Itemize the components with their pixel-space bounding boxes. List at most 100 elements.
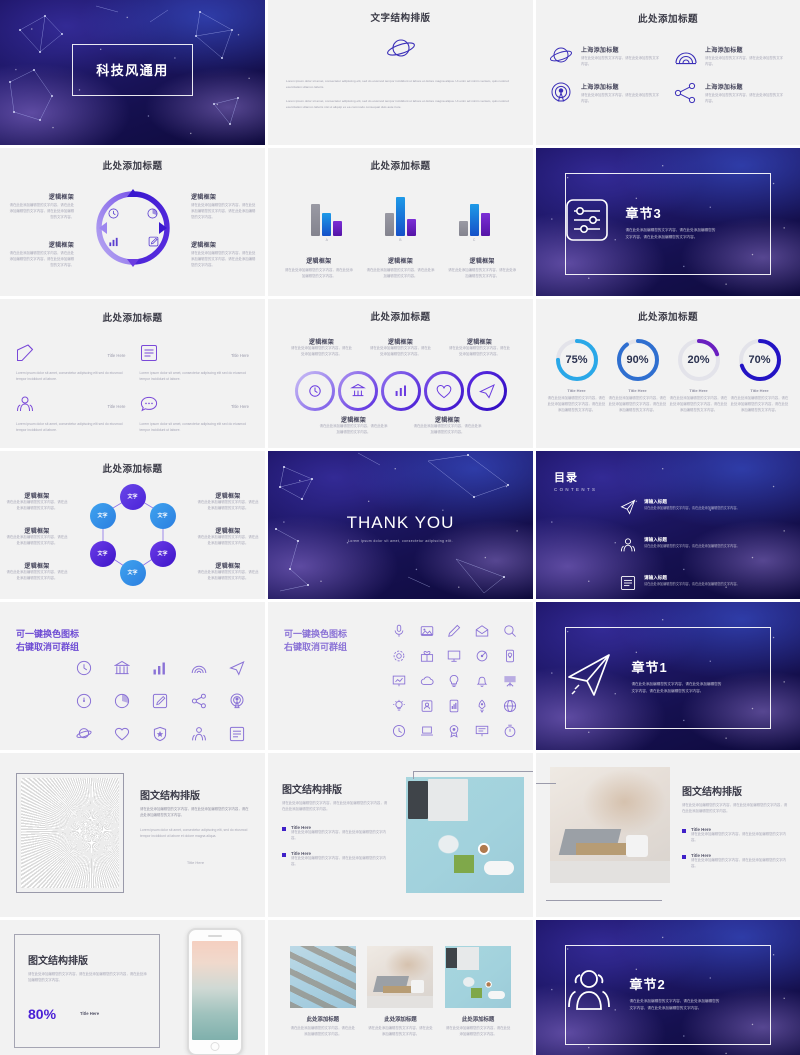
slide-text-layout[interactable]: 文字结构排版 Lorem ipsum dolor sit amet, conse… [268,0,533,145]
rocket-icon[interactable] [475,699,489,718]
bullet-item[interactable]: Title Here 请在此处添加编辑您的文字内容，请在此处添加编辑您的文字内容… [282,825,390,842]
hex-node[interactable]: 文字 [119,559,146,586]
list-doc-icon[interactable] [229,726,245,747]
timer-icon[interactable] [503,724,517,743]
slide-three-photos[interactable]: 此处添加标题 请在此处添加编辑您的文字内容，请在此处添加编辑您的文字内容。 此处… [268,920,533,1055]
gear-icon[interactable] [392,649,406,668]
slide-quad-icons[interactable]: 此处添加标题 Title Here Lorem ipsum dolor sit … [0,299,265,448]
circle-caption-top[interactable]: 逻辑框架 请在此处添加编辑您的文字内容，请在此处添加编辑您的文字内容。 [448,337,512,358]
feature-item[interactable]: 上海添加标题 请在此处添加您的文字内容，请在此处添加您的文字内容。 [550,82,662,109]
edit-pen-icon[interactable] [152,693,168,714]
shield-star-icon[interactable] [152,726,168,747]
gallery-item[interactable]: 此处添加标题 请在此处添加编辑您的文字内容，请在此处添加编辑您的文字内容。 [445,946,512,1038]
slide-chapter-2[interactable]: 章节2 请在此处添加编辑您的文字内容，请在此处添加编辑您的文字内容，请在此处添加… [536,920,800,1055]
bar-chart-icon[interactable] [152,660,168,681]
laptop-icon[interactable] [420,724,434,743]
clock-simple-icon[interactable] [76,693,92,714]
quad-item[interactable]: Title Here Lorem ipsum dolor sit amet, c… [16,395,126,434]
image-icon[interactable] [420,624,434,643]
slide-chapter-3[interactable]: 章节3 请在此处添加编辑您的文字内容，请在此处添加编辑您的文字内容，请在此处添加… [536,148,800,296]
slide-thank-you[interactable]: THANK YOU Lorem ipsum dolor sit amet, co… [268,451,533,599]
stopwatch-icon[interactable] [392,724,406,743]
gallery-item[interactable]: 此处添加标题 请在此处添加编辑您的文字内容，请在此处添加编辑您的文字内容。 [367,946,434,1038]
projector-screen-icon[interactable] [475,724,489,743]
gift-box-icon[interactable] [420,649,434,668]
clock-icon[interactable] [76,660,92,681]
donut-item[interactable]: 70% Title Here 请在此处添加编辑您的文字内容，请在此处添加编辑您的… [731,337,789,414]
bell-icon[interactable] [475,674,489,693]
slide-img-text-desk[interactable]: 图文结构排版 请在此处添加编辑您的文字内容，请在此处添加编辑您的文字内容，请在此… [268,753,533,917]
board-chart-icon[interactable] [392,674,406,693]
chart-caption[interactable]: 逻辑框架 请在此处添加编辑您的文字内容，请在此处添加编辑您的文字内容。 [285,256,353,280]
quad-item[interactable]: Title Here Lorem ipsum dolor sit amet, c… [140,395,249,434]
toc-item[interactable]: 请输入标题 请在此处添加编辑您的文字内容，请在此处添加编辑您的文字内容。 [620,499,786,520]
cycle-item[interactable]: 逻辑框架 请在此处添加编辑您的文字内容，请在此处添加编辑您的文字内容，请在此处添… [191,240,257,269]
hex-side-item[interactable]: 逻辑框架 请在此处添加编辑您的文字内容，请在此处添加编辑您的文字内容。 [197,561,259,582]
feature-item[interactable]: 上海添加标题 请在此处添加您的文字内容，请在此处添加您的文字内容。 [674,45,786,72]
award-badge-icon[interactable] [447,724,461,743]
share-network-icon[interactable] [191,693,207,714]
slide-cycle-diagram[interactable]: 此处添加标题 逻辑框架 请在此处添加编辑您的文字内容，请在此处添加编辑您的文字内… [0,148,265,296]
slide-hex-nodes[interactable]: 此处添加标题 文字 文字 文字 文字 文字 文字 逻辑框架 请在此处添加编辑您的… [0,451,265,599]
circle-caption-bottom[interactable]: 逻辑框架 请在此处添加编辑您的文字内容，请在此处添加编辑您的文字内容。 [414,415,482,436]
donut-item[interactable]: 20% Title Here 请在此处添加编辑您的文字内容，请在此处添加编辑您的… [670,337,728,414]
hex-node[interactable]: 文字 [149,502,176,529]
planet-icon[interactable] [76,726,92,747]
search-icon[interactable] [503,624,517,643]
slide-bar-chart[interactable]: 此处添加标题 A B C 逻辑框架 请在此处添加编辑您的文字内容，请在此处添加编… [268,148,533,296]
cloud-icon[interactable] [420,674,434,693]
easel-icon[interactable] [503,674,517,693]
hex-node[interactable]: 文字 [149,540,176,567]
hex-node[interactable]: 文字 [119,483,146,510]
radar-target-icon[interactable] [229,693,245,714]
bank-icon[interactable] [113,660,131,681]
slide-four-icons[interactable]: 此处添加标题 上海添加标题 请在此处添加您的文字内容，请在此处添加您的文字内容。 [536,0,800,145]
donut-item[interactable]: 75% Title Here 请在此处添加编辑您的文字内容，请在此处添加编辑您的… [548,337,606,414]
bullet-item[interactable]: Title Here 请在此处添加编辑您的文字内容，请在此处添加编辑您的文字内容… [282,851,390,868]
slide-phone-layout[interactable]: 图文结构排版 请在此处添加编辑您的文字内容，请在此处添加编辑您的文字内容，请在此… [0,920,265,1055]
chart-caption[interactable]: 逻辑框架 请在此处添加编辑您的文字内容，请在此处添加编辑您的文字内容。 [448,256,516,280]
satellite-dish-icon[interactable] [475,649,489,668]
presentation-icon[interactable] [447,649,461,668]
chart-caption[interactable]: 逻辑框架 请在此处添加编辑您的文字内容，请在此处添加编辑您的文字内容。 [366,256,435,280]
toc-item[interactable]: 请输入标题 请在此处添加编辑您的文字内容，请在此处添加编辑您的文字内容。 [620,537,786,558]
slide-donuts[interactable]: 此处添加标题 75% Title Here 请在此处添加编辑您的文字内容，请在此… [536,299,800,448]
rainbow-arcs-icon[interactable] [191,660,207,681]
slide-cover[interactable]: 科技风通用 [0,0,265,145]
gallery-item[interactable]: 此处添加标题 请在此处添加编辑您的文字内容，请在此处添加编辑您的文字内容。 [289,946,356,1038]
circle-caption-bottom[interactable]: 逻辑框架 请在此处添加编辑您的文字内容，请在此处添加编辑您的文字内容。 [320,415,388,436]
cycle-item[interactable]: 逻辑框架 请在此处添加编辑您的文字内容，请在此处添加编辑您的文字内容，请在此处添… [8,240,74,269]
pie-chart-icon[interactable] [114,693,130,714]
hex-side-item[interactable]: 逻辑框架 请在此处添加编辑您的文字内容，请在此处添加编辑您的文字内容。 [197,526,259,547]
pencil-icon[interactable] [447,624,461,643]
phone-home-button[interactable] [210,1042,220,1051]
slide-img-text-abstract[interactable]: 图文结构排版 请在此处添加编辑您的文字内容，请在此处添加编辑您的文字内容，请在此… [0,753,265,917]
hex-node[interactable]: 文字 [89,502,116,529]
bullet-item[interactable]: Title Here 请在此处添加编辑您的文字内容，请在此处添加编辑您的文字内容… [682,853,788,870]
heart-icon[interactable] [114,726,130,747]
bulb-idea-icon[interactable] [392,699,406,718]
slide-icon-library-a[interactable]: 可一键换色图标 右键取消可群组 [0,602,265,750]
hex-node[interactable]: 文字 [89,540,116,567]
slide-circle-row[interactable]: 此处添加标题 逻辑框架 请在此处添加编辑您的文字内容，请在此处添加编辑您的文字内… [268,299,533,448]
slide-icon-library-b[interactable]: 可一键换色图标 右键取消可群组 [268,602,533,750]
quad-item[interactable]: Title Here Lorem ipsum dolor sit amet, c… [16,344,126,383]
feature-item[interactable]: 上海添加标题 请在此处添加您的文字内容，请在此处添加您的文字内容。 [549,45,662,72]
slide-chapter-1[interactable]: 章节1 请在此处添加编辑您的文字内容，请在此处添加编辑您的文字内容，请在此处添加… [536,602,800,750]
globe-icon[interactable] [503,699,517,718]
quad-item[interactable]: Title Here Lorem ipsum dolor sit amet, c… [140,344,249,383]
toc-item[interactable]: 请输入标题 请在此处添加编辑您的文字内容，请在此处添加编辑您的文字内容。 [620,575,786,596]
lightbulb-gear-icon[interactable] [447,674,461,693]
clipboard-person-icon[interactable] [420,699,434,718]
hex-side-item[interactable]: 逻辑框架 请在此处添加编辑您的文字内容，请在此处添加编辑您的文字内容。 [6,561,68,582]
paper-plane-icon[interactable] [229,660,245,681]
bullet-item[interactable]: Title Here 请在此处添加编辑您的文字内容，请在此处添加编辑您的文字内容… [682,827,788,844]
phone-chart-icon[interactable] [447,699,461,718]
mobile-idea-icon[interactable] [503,649,517,668]
hex-side-item[interactable]: 逻辑框架 请在此处添加编辑您的文字内容，请在此处添加编辑您的文字内容。 [6,491,68,512]
microphone-icon[interactable] [392,624,406,643]
hex-side-item[interactable]: 逻辑框架 请在此处添加编辑您的文字内容，请在此处添加编辑您的文字内容。 [197,491,259,512]
group-people-icon[interactable] [191,726,207,747]
cycle-item[interactable]: 逻辑框架 请在此处添加编辑您的文字内容，请在此处添加编辑您的文字内容，请在此处添… [191,192,257,221]
feature-item[interactable]: 上海添加标题 请在此处添加您的文字内容，请在此处添加您的文字内容。 [674,82,786,109]
